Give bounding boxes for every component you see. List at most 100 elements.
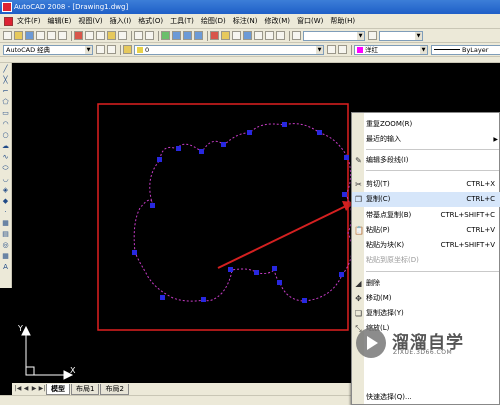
gradient-icon[interactable]: ▤ <box>1 230 10 239</box>
cut-icon[interactable] <box>74 31 83 40</box>
tab-model[interactable]: 模型 <box>46 383 70 395</box>
grip[interactable] <box>339 272 344 277</box>
grip[interactable] <box>247 130 252 135</box>
first-tab-icon[interactable]: |◀ <box>14 385 22 393</box>
grip[interactable] <box>221 142 226 147</box>
menu-view[interactable]: 视图(V) <box>78 16 102 26</box>
polyline-icon[interactable]: ⌐ <box>1 87 10 96</box>
grip[interactable] <box>317 130 322 135</box>
multiline-text-icon[interactable]: A <box>1 263 10 272</box>
print-icon[interactable] <box>36 31 45 40</box>
menu-edit[interactable]: 编辑(E) <box>48 16 72 26</box>
circle-icon[interactable]: ○ <box>1 131 10 140</box>
next-tab-icon[interactable]: ▶ <box>30 385 38 393</box>
grip[interactable] <box>344 155 349 160</box>
layer-manager-icon[interactable] <box>123 45 132 54</box>
table-icon[interactable]: ▦ <box>1 252 10 261</box>
menu-item-paste-as-block[interactable]: 粘贴为块(K) CTRL+SHIFT+V <box>352 238 500 253</box>
paste-icon[interactable] <box>96 31 105 40</box>
menu-file[interactable]: 文件(F) <box>17 16 41 26</box>
grip[interactable] <box>342 192 347 197</box>
menu-dimension[interactable]: 标注(N) <box>233 16 258 26</box>
prev-tab-icon[interactable]: ◀ <box>22 385 30 393</box>
menu-item-copy-with-base-point[interactable]: 带基点复制(B) CTRL+SHIFT+C <box>352 208 500 223</box>
help-icon[interactable] <box>276 31 285 40</box>
open-file-icon[interactable] <box>14 31 23 40</box>
layer-previous-icon[interactable] <box>338 45 347 54</box>
grip[interactable] <box>199 149 204 154</box>
workspace-settings-icon[interactable] <box>96 45 105 54</box>
color-select[interactable]: 洋红 ▼ <box>354 44 428 55</box>
grip[interactable] <box>176 146 181 151</box>
grip[interactable] <box>150 203 155 208</box>
rectangle-icon[interactable]: ▭ <box>1 109 10 118</box>
menu-modify[interactable]: 修改(M) <box>264 16 290 26</box>
text-style-select[interactable]: ▼ <box>303 30 365 41</box>
design-center-icon[interactable] <box>221 31 230 40</box>
menu-item-copy-selection[interactable]: ❏ 复制选择(Y) <box>352 306 500 321</box>
spline-icon[interactable]: ∿ <box>1 153 10 162</box>
grip[interactable] <box>160 295 165 300</box>
ellipse-arc-icon[interactable]: ◡ <box>1 175 10 184</box>
grip[interactable] <box>302 298 307 303</box>
grip[interactable] <box>254 270 259 275</box>
tab-layout1[interactable]: 布局1 <box>71 383 100 395</box>
match-properties-icon[interactable] <box>107 31 116 40</box>
revision-cloud-icon[interactable]: ☁ <box>1 142 10 151</box>
dim-style-icon[interactable] <box>368 31 377 40</box>
last-tab-icon[interactable]: ▶| <box>38 385 46 393</box>
block-editor-icon[interactable] <box>118 31 127 40</box>
save-icon[interactable] <box>25 31 34 40</box>
menu-item-erase[interactable]: ◢ 删除 <box>352 276 500 291</box>
tab-layout2[interactable]: 布局2 <box>100 383 129 395</box>
zoom-previous-icon[interactable] <box>194 31 203 40</box>
dim-style-select[interactable]: ▼ <box>379 30 423 41</box>
hatch-icon[interactable]: ▦ <box>1 219 10 228</box>
menu-tools[interactable]: 工具(T) <box>170 16 194 26</box>
arc-icon[interactable]: ◠ <box>1 120 10 129</box>
redo-icon[interactable] <box>145 31 154 40</box>
menu-window[interactable]: 窗口(W) <box>297 16 323 26</box>
menu-format[interactable]: 格式(O) <box>138 16 163 26</box>
grip[interactable] <box>157 157 162 162</box>
point-icon[interactable]: · <box>1 208 10 217</box>
grip[interactable] <box>201 297 206 302</box>
grip[interactable] <box>132 250 137 255</box>
grip[interactable] <box>272 266 277 271</box>
menu-item-recent-input[interactable]: 最近的输入 ▶ <box>352 132 500 147</box>
workspace-select[interactable]: AutoCAD 经典 ▼ <box>3 44 93 55</box>
insert-block-icon[interactable]: ◈ <box>1 186 10 195</box>
polygon-icon[interactable]: ⬠ <box>1 98 10 107</box>
menu-item-move[interactable]: ✥ 移动(M) <box>352 291 500 306</box>
line-icon[interactable]: ╱ <box>1 65 10 74</box>
markup-icon[interactable] <box>254 31 263 40</box>
menu-item-quick-select[interactable]: 快速选择(Q)... <box>352 390 500 405</box>
preview-icon[interactable] <box>47 31 56 40</box>
undo-icon[interactable] <box>134 31 143 40</box>
layer-select[interactable]: 0 ▼ <box>134 44 324 55</box>
grip[interactable] <box>282 122 287 127</box>
sheet-set-icon[interactable] <box>243 31 252 40</box>
grip[interactable] <box>228 267 233 272</box>
grip[interactable] <box>277 280 282 285</box>
publish-icon[interactable] <box>58 31 67 40</box>
make-current-layer-icon[interactable] <box>327 45 336 54</box>
menu-help[interactable]: 帮助(H) <box>330 16 355 26</box>
ellipse-icon[interactable]: ⬭ <box>1 164 10 173</box>
construction-line-icon[interactable]: ╳ <box>1 76 10 85</box>
menu-item-cut[interactable]: ✂ 剪切(T) CTRL+X <box>352 177 500 192</box>
menu-item-repeat-zoom[interactable]: 重复ZOOM(R) <box>352 117 500 132</box>
document-icon[interactable] <box>4 16 13 26</box>
zoom-realtime-icon[interactable] <box>172 31 181 40</box>
text-style-icon[interactable] <box>292 31 301 40</box>
linetype-select[interactable]: ByLayer <box>431 44 500 55</box>
calculator-icon[interactable] <box>265 31 274 40</box>
menu-item-paste[interactable]: 📋 粘贴(P) CTRL+V <box>352 223 500 238</box>
new-file-icon[interactable] <box>3 31 12 40</box>
menu-item-edit-polyline[interactable]: ✎ 编辑多段线(I) <box>352 153 500 168</box>
pan-icon[interactable] <box>161 31 170 40</box>
tool-palette-icon[interactable] <box>232 31 241 40</box>
menu-draw[interactable]: 绘图(D) <box>201 16 226 26</box>
region-icon[interactable]: ◎ <box>1 241 10 250</box>
properties-icon[interactable] <box>210 31 219 40</box>
